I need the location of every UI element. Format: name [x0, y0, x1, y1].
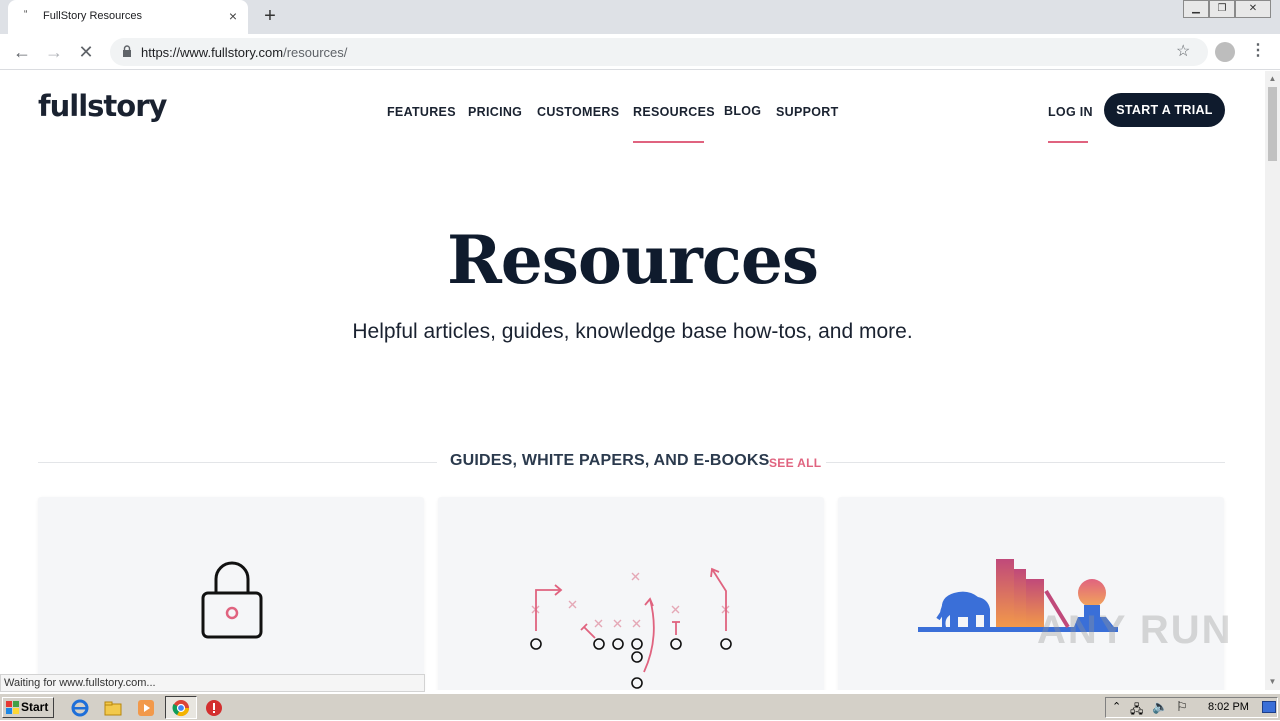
status-bubble: Waiting for www.fullstory.com...: [0, 674, 425, 692]
stop-loading-icon[interactable]: ✕: [74, 40, 98, 64]
nav-support[interactable]: SUPPORT: [776, 105, 839, 119]
section-divider-right: [826, 462, 1225, 463]
scroll-up-icon[interactable]: ▲: [1268, 74, 1277, 83]
resource-card-library[interactable]: [838, 497, 1224, 690]
back-arrow-icon[interactable]: ←: [10, 40, 34, 64]
tray-expand-icon[interactable]: ⌃: [1112, 700, 1121, 713]
url-host: https://www.fullstory.com: [141, 45, 284, 60]
browser-menu-icon[interactable]: ⋮: [1250, 40, 1266, 60]
login-link[interactable]: LOG IN: [1048, 105, 1093, 119]
page-subtitle: Helpful articles, guides, knowledge base…: [352, 320, 913, 343]
page-scrollbar[interactable]: ▲ ▼: [1265, 71, 1280, 690]
browser-tab-strip: “ FullStory Resources × + ▁ ❐ ✕: [0, 0, 1280, 34]
start-button[interactable]: Start: [2, 697, 54, 718]
action-center-flag-icon[interactable]: ⚐: [1176, 699, 1188, 715]
section-title: GUIDES, WHITE PAPERS, AND E-BOOKS: [450, 452, 770, 469]
chrome-icon: [172, 700, 190, 717]
bookmark-star-icon[interactable]: ☆: [1176, 41, 1190, 61]
fullstory-logo[interactable]: fullstory: [38, 89, 167, 123]
section-divider-left: [38, 462, 437, 463]
tab-title: FullStory Resources: [43, 10, 143, 22]
see-all-link[interactable]: SEE ALL: [769, 456, 821, 470]
url-path: /resources/: [283, 45, 348, 60]
nav-blog[interactable]: BLOG: [724, 104, 761, 118]
internet-explorer-icon[interactable]: [71, 699, 89, 717]
url-text: https://www.fullstory.com/resources/: [141, 45, 347, 60]
volume-icon[interactable]: 🔈: [1152, 699, 1168, 715]
chrome-taskbar-button[interactable]: [165, 696, 197, 719]
nav-customers[interactable]: CUSTOMERS: [537, 105, 619, 119]
forward-arrow-icon[interactable]: →: [42, 40, 66, 64]
anyrun-watermark: ANY RUN: [1037, 608, 1233, 652]
minimize-button[interactable]: ▁: [1183, 0, 1209, 18]
browser-tab[interactable]: “ FullStory Resources ×: [8, 0, 248, 34]
new-tab-button[interactable]: +: [258, 5, 282, 29]
nav-active-underline: [633, 141, 704, 143]
system-tray: ⌃ 🖧 🔈 ⚐ 8:02 PM: [1105, 697, 1278, 718]
restore-button[interactable]: ❐: [1209, 0, 1235, 18]
windows-logo-icon: [6, 701, 19, 714]
start-trial-button[interactable]: START A TRIAL: [1104, 93, 1225, 127]
padlock-icon: [201, 561, 263, 639]
file-explorer-icon[interactable]: [104, 699, 122, 717]
windows-taskbar: Start ⌃ 🖧 🔈 ⚐ 8:02 PM: [0, 693, 1280, 720]
lock-icon: [123, 45, 131, 57]
nav-pricing[interactable]: PRICING: [468, 105, 522, 119]
scroll-down-icon[interactable]: ▼: [1268, 677, 1277, 686]
nav-resources[interactable]: RESOURCES: [633, 105, 715, 119]
window-close-button[interactable]: ✕: [1235, 0, 1271, 18]
browser-toolbar: ← → ✕ https://www.fullstory.com/resource…: [0, 34, 1280, 70]
page-viewport: fullstory FEATURES PRICING CUSTOMERS RES…: [0, 71, 1265, 690]
network-icon[interactable]: 🖧: [1130, 700, 1143, 721]
address-bar[interactable]: https://www.fullstory.com/resources/ ☆: [110, 38, 1208, 66]
scrollbar-thumb[interactable]: [1268, 87, 1277, 161]
login-underline: [1048, 141, 1088, 143]
loading-favicon-icon: “: [24, 9, 28, 20]
show-desktop-icon[interactable]: [1262, 701, 1276, 713]
play-diagram-icon: [530, 567, 732, 689]
resource-card-security[interactable]: [38, 497, 424, 690]
profile-avatar-icon[interactable]: [1215, 42, 1235, 62]
tab-close-icon[interactable]: ×: [224, 7, 242, 25]
clock[interactable]: 8:02 PM: [1208, 701, 1249, 713]
start-label: Start: [21, 700, 49, 714]
nav-features[interactable]: FEATURES: [387, 105, 456, 119]
media-player-icon[interactable]: [137, 699, 155, 717]
resource-card-playbook[interactable]: [438, 497, 824, 690]
stop-sign-icon[interactable]: [205, 699, 223, 717]
page-title: Resources: [446, 221, 819, 299]
